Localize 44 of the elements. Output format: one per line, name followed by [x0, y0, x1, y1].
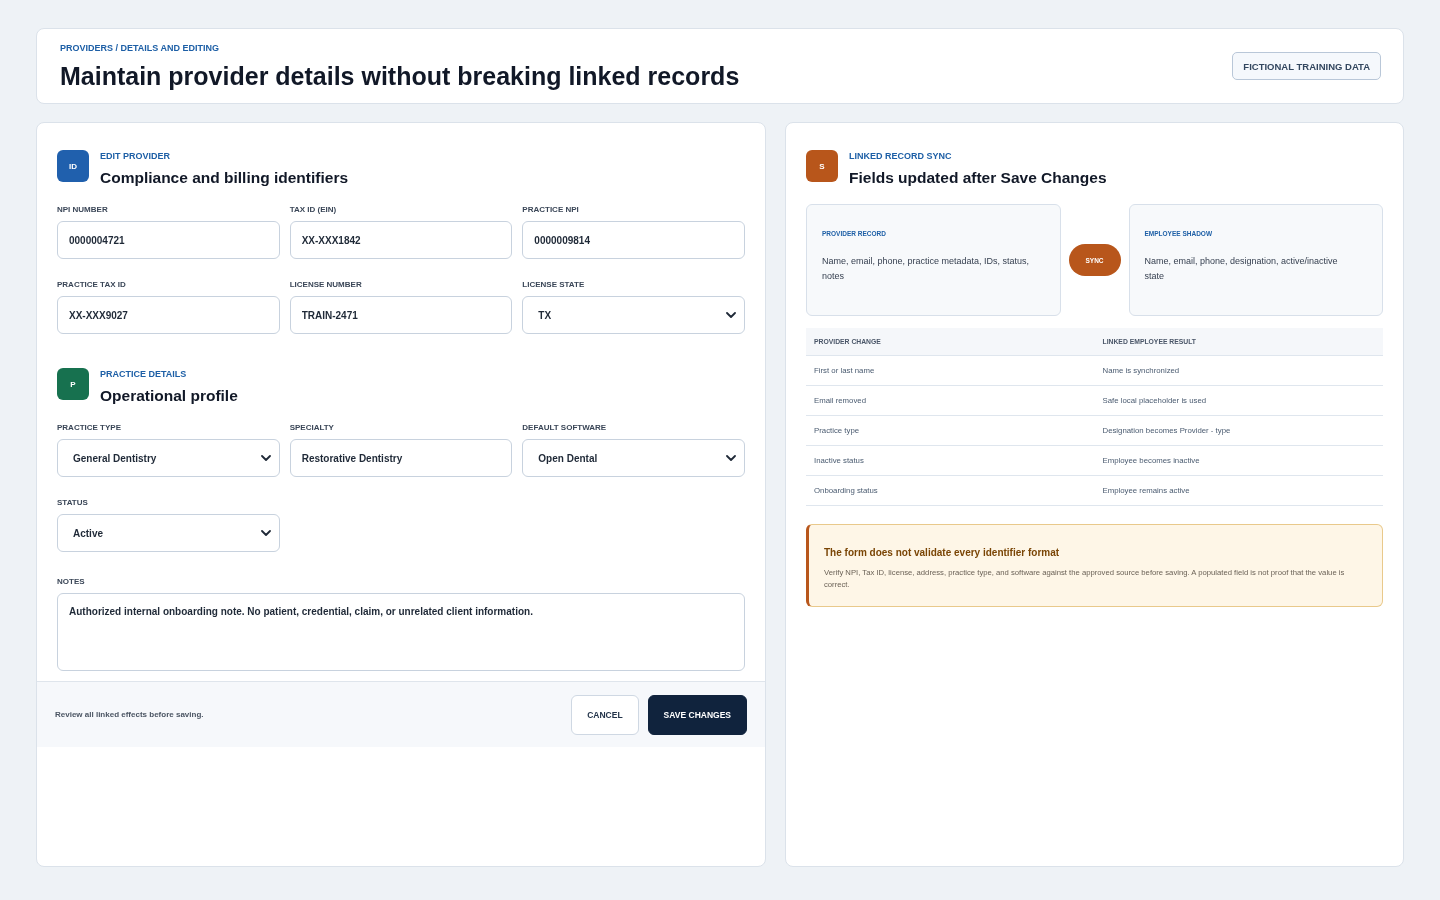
field-label: PRACTICE TAX ID — [57, 279, 126, 290]
field-label: LICENSE NUMBER — [289, 279, 362, 290]
dropdown-field[interactable]: Open Dental — [522, 439, 745, 477]
dropdown-field[interactable]: Active — [57, 514, 280, 552]
chevron-down-icon — [726, 312, 736, 318]
breadcrumb: PROVIDERS / DETAILS AND EDITING — [60, 42, 219, 55]
input-field[interactable]: 0000004721 — [57, 221, 280, 259]
cancel-button[interactable]: CANCEL — [571, 694, 639, 735]
input-field[interactable]: XX-XXX9027 — [57, 296, 280, 334]
field-label: LICENSE STATE — [522, 279, 585, 290]
warning-title: The form does not validate every identifier format — [824, 546, 1061, 560]
record-text: Name, email, phone, designation, active/inactive state — [1144, 255, 1339, 283]
chevron-down-icon — [260, 455, 271, 461]
input-field[interactable]: XX-XXX1842 — [289, 221, 513, 259]
field-label: PRACTICE NPI — [522, 204, 579, 215]
initials-tile: ID — [57, 150, 89, 182]
section-eyebrow: EDIT PROVIDER — [100, 150, 170, 163]
field-label: NPI NUMBER — [57, 204, 108, 215]
field-label: TAX ID (EIN) — [289, 204, 337, 215]
field-label: DEFAULT SOFTWARE — [522, 422, 607, 433]
dropdown-field[interactable]: General Dentistry — [57, 439, 280, 477]
input-field[interactable]: 0000009814 — [522, 221, 745, 259]
section-title: Compliance and billing identifiers — [100, 168, 349, 188]
field-label: SPECIALTY — [289, 422, 334, 433]
record-text: Name, email, phone, practice metadata, IDs, status, notes — [822, 255, 1031, 283]
section-title: Operational profile — [100, 386, 238, 406]
input-field[interactable]: Restorative Dentistry — [289, 439, 513, 477]
initials-tile: P — [57, 368, 89, 400]
field-label: NOTES — [57, 576, 85, 587]
notes-field[interactable]: Authorized internal onboarding note. No patient, credential, claim, or unrelated client information. — [57, 593, 745, 671]
input-field[interactable]: TRAIN-2471 — [289, 296, 513, 334]
section-title: Fields updated after Save Changes — [849, 168, 1107, 188]
training-data-tag: FICTIONAL TRAINING DATA — [1232, 52, 1381, 80]
dropdown-field[interactable]: TX — [522, 296, 745, 334]
section-eyebrow: LINKED RECORD SYNC — [849, 150, 952, 163]
field-label: PRACTICE TYPE — [57, 422, 121, 433]
chevron-down-icon — [260, 530, 271, 536]
save-button[interactable]: SAVE CHANGES — [647, 694, 747, 735]
field-label: STATUS — [57, 497, 88, 508]
footer-hint: Review all linked effects before saving. — [55, 710, 204, 719]
section-eyebrow: PRACTICE DETAILS — [100, 368, 187, 381]
initials-tile: S — [806, 150, 838, 182]
page-title: Maintain provider details without breaking linked records — [60, 61, 740, 91]
chevron-down-icon — [726, 455, 736, 461]
